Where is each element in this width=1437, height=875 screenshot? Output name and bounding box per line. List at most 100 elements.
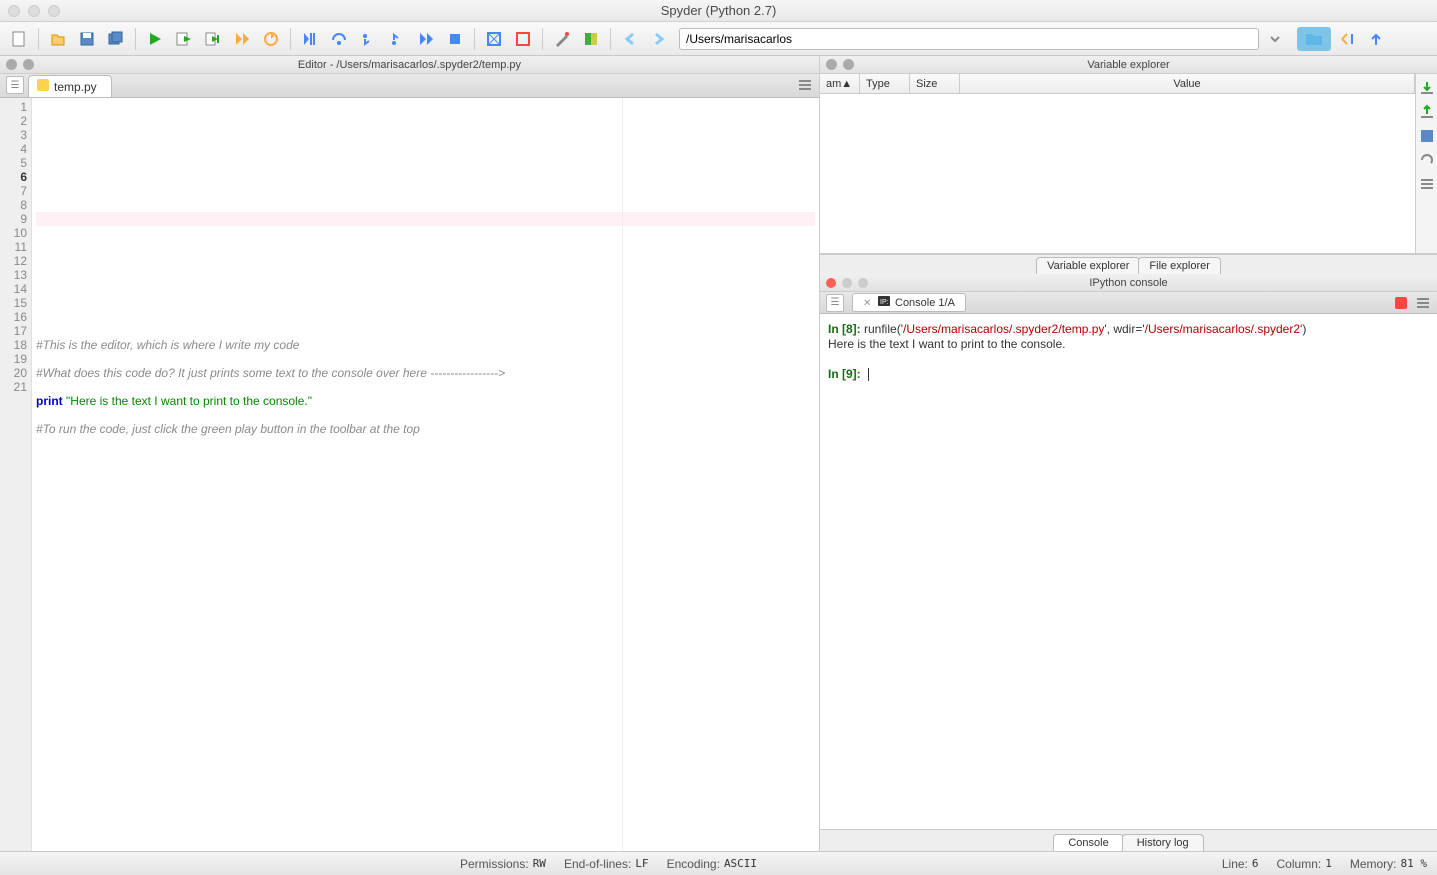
col-type[interactable]: Type: [860, 74, 910, 93]
varexp-undock-button[interactable]: [843, 59, 854, 70]
parent-directory-button[interactable]: [1363, 26, 1389, 52]
debug-step-over-button[interactable]: [326, 26, 352, 52]
ipython-console-pane: ☰ ✕ IP: Console 1/A In [8]: runfile('/Us…: [820, 292, 1437, 829]
save-all-button[interactable]: [103, 26, 129, 52]
browse-directory-button[interactable]: [1297, 27, 1331, 51]
editor-close-button[interactable]: [6, 59, 17, 70]
close-icon[interactable]: ✕: [863, 298, 873, 308]
open-file-button[interactable]: [45, 26, 71, 52]
run-selection-button[interactable]: [229, 26, 255, 52]
code-line[interactable]: [36, 408, 815, 422]
console-stop-button[interactable]: [1395, 297, 1407, 309]
code-line[interactable]: [36, 282, 815, 296]
debug-stop-button[interactable]: [442, 26, 468, 52]
code-editor[interactable]: 123456789101112131415161718192021 #This …: [0, 98, 819, 851]
editor-undock-button[interactable]: [23, 59, 34, 70]
directory-dropdown-button[interactable]: [1262, 26, 1288, 52]
code-line[interactable]: [36, 184, 815, 198]
working-directory-input[interactable]: [679, 28, 1259, 50]
preferences-button[interactable]: [549, 26, 575, 52]
code-line[interactable]: [36, 156, 815, 170]
code-line[interactable]: [36, 170, 815, 184]
code-line[interactable]: [36, 268, 815, 282]
maximize-pane-button[interactable]: [481, 26, 507, 52]
file-browse-button[interactable]: ☰: [6, 76, 24, 94]
close-window-button[interactable]: [8, 5, 20, 17]
in-prompt-8: In [8]:: [828, 322, 861, 336]
editor-tab-temp[interactable]: temp.py: [28, 75, 112, 97]
python-file-icon: [37, 79, 49, 94]
code-line[interactable]: #What does this code do? It just prints …: [36, 366, 815, 380]
save-button[interactable]: [74, 26, 100, 52]
refresh-button[interactable]: [1419, 152, 1435, 168]
col-name[interactable]: am ▲: [820, 74, 860, 93]
code-line[interactable]: [36, 310, 815, 324]
varexp-options-button[interactable]: [1419, 176, 1435, 192]
variable-table[interactable]: am ▲ Type Size Value: [820, 74, 1415, 253]
tab-history-log[interactable]: History log: [1122, 834, 1204, 851]
console-cursor: [868, 368, 869, 381]
import-data-button[interactable]: [1419, 80, 1435, 96]
code-line[interactable]: [36, 352, 815, 366]
tab-variable-explorer[interactable]: Variable explorer: [1036, 257, 1140, 274]
forward-button[interactable]: [646, 26, 672, 52]
line-number-gutter: 123456789101112131415161718192021: [0, 98, 32, 851]
python-path-button[interactable]: [578, 26, 604, 52]
debug-step-out-button[interactable]: [384, 26, 410, 52]
variable-explorer-header: Variable explorer: [820, 56, 1437, 74]
toolbar-separator: [135, 28, 136, 50]
code-line[interactable]: #To run the code, just click the green p…: [36, 422, 815, 436]
debug-continue-button[interactable]: [413, 26, 439, 52]
col-value[interactable]: Value: [960, 74, 1415, 93]
editor-pane-title: Editor - /Users/marisacarlos/.spyder2/te…: [0, 59, 819, 71]
zoom-window-button[interactable]: [48, 5, 60, 17]
status-permissions: Permissions: RW: [460, 857, 546, 871]
tab-file-explorer[interactable]: File explorer: [1138, 257, 1221, 274]
window-titlebar: Spyder (Python 2.7): [0, 0, 1437, 22]
code-line[interactable]: [36, 226, 815, 240]
run-button[interactable]: [142, 26, 168, 52]
ipython-console-header: IPython console: [820, 274, 1437, 292]
run-cell-button[interactable]: [171, 26, 197, 52]
directory-sync-button[interactable]: [1334, 26, 1360, 52]
console-zoom-button[interactable]: [858, 278, 868, 288]
code-line[interactable]: [36, 324, 815, 338]
code-line[interactable]: [36, 212, 815, 226]
code-line[interactable]: [36, 254, 815, 268]
console-tab-1a[interactable]: ✕ IP: Console 1/A: [852, 293, 966, 312]
code-line[interactable]: [36, 142, 815, 156]
fullscreen-button[interactable]: [510, 26, 536, 52]
console-close-button[interactable]: [826, 278, 836, 288]
minimize-window-button[interactable]: [28, 5, 40, 17]
back-button[interactable]: [617, 26, 643, 52]
console-tabs: ☰ ✕ IP: Console 1/A: [820, 292, 1437, 314]
console-output[interactable]: In [8]: runfile('/Users/marisacarlos/.sp…: [820, 314, 1437, 829]
varexp-close-button[interactable]: [826, 59, 837, 70]
editor-tabs: ☰ temp.py: [0, 74, 819, 98]
terminal-icon: IP:: [878, 296, 890, 309]
save-data-button[interactable]: [1419, 104, 1435, 120]
console-browse-button[interactable]: ☰: [826, 294, 844, 312]
tab-console[interactable]: Console: [1053, 834, 1123, 851]
col-size[interactable]: Size: [910, 74, 960, 93]
save-data-as-button[interactable]: [1419, 128, 1435, 144]
code-line[interactable]: [36, 198, 815, 212]
code-content-area[interactable]: #This is the editor, which is where I wr…: [32, 98, 819, 851]
toolbar-separator: [474, 28, 475, 50]
code-line[interactable]: [36, 240, 815, 254]
debug-step-in-button[interactable]: [355, 26, 381, 52]
editor-options-button[interactable]: [797, 77, 813, 93]
run-last-button[interactable]: [258, 26, 284, 52]
code-line[interactable]: print "Here is the text I want to print …: [36, 394, 815, 408]
run-cell-advance-button[interactable]: [200, 26, 226, 52]
code-line[interactable]: #This is the editor, which is where I wr…: [36, 338, 815, 352]
toolbar-separator: [542, 28, 543, 50]
code-line[interactable]: [36, 380, 815, 394]
new-file-button[interactable]: [6, 26, 32, 52]
code-line[interactable]: [36, 296, 815, 310]
debug-button[interactable]: [297, 26, 323, 52]
window-title: Spyder (Python 2.7): [0, 3, 1437, 18]
console-options-button[interactable]: [1415, 295, 1431, 311]
status-column: Column: 1: [1277, 857, 1332, 871]
console-minimize-button[interactable]: [842, 278, 852, 288]
